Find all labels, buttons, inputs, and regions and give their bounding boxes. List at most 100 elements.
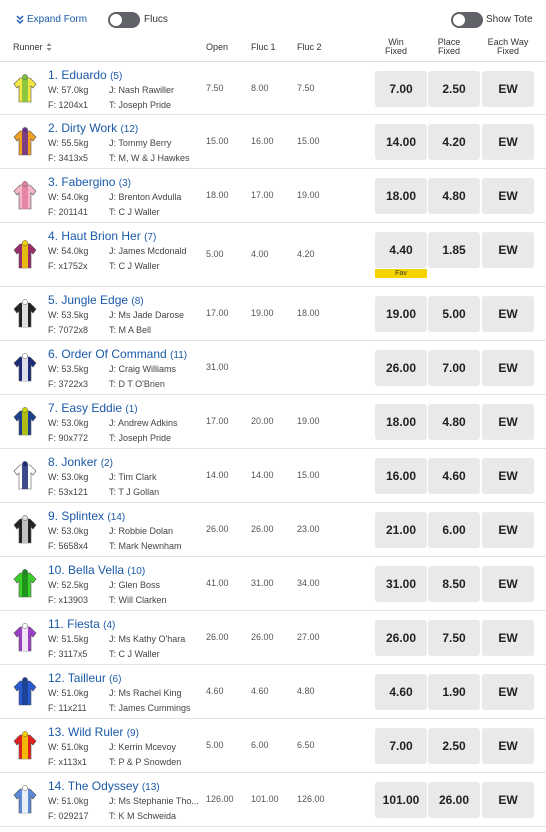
place-fixed-odds-button[interactable]: 1.85 bbox=[428, 232, 480, 268]
runner-name-link[interactable]: 2. Dirty Work (12) bbox=[48, 121, 138, 135]
each-way-button[interactable]: EW bbox=[482, 350, 534, 386]
fluc2-price: 126.00 bbox=[297, 794, 325, 804]
runner-jockey: J: Ms Jade Darose bbox=[109, 310, 185, 320]
runner-name-link[interactable]: 9. Splintex (14) bbox=[48, 509, 125, 523]
place-fixed-odds-button[interactable]: 1.90 bbox=[428, 674, 480, 710]
runner-name-link[interactable]: 3. Fabergino (3) bbox=[48, 175, 131, 189]
runner-weight: W: 51.0kg bbox=[48, 742, 89, 752]
win-fixed-odds-button[interactable]: 7.00 bbox=[375, 728, 427, 764]
runner-form: F: x113x1 bbox=[48, 757, 87, 767]
show-tote-toggle[interactable] bbox=[451, 12, 483, 28]
each-way-button[interactable]: EW bbox=[482, 728, 534, 764]
fluc1-price: 26.00 bbox=[251, 524, 274, 534]
runner-row: 5. Jungle Edge (8) W: 53.5kg J: Ms Jade … bbox=[0, 287, 546, 341]
each-way-button[interactable]: EW bbox=[482, 674, 534, 710]
win-fixed-odds-button[interactable]: 21.00 bbox=[375, 512, 427, 548]
win-fixed-odds-button[interactable]: 14.00 bbox=[375, 124, 427, 160]
each-way-button[interactable]: EW bbox=[482, 232, 534, 268]
runner-trainer: T: C J Waller bbox=[109, 261, 160, 271]
table-header: Runner Open Fluc 1 Fluc 2 Win Fixed Plac… bbox=[0, 38, 546, 62]
runner-name-link[interactable]: 7. Easy Eddie (1) bbox=[48, 401, 138, 415]
win-fixed-odds-button[interactable]: 26.00 bbox=[375, 350, 427, 386]
runner-trainer: T: M A Bell bbox=[109, 325, 152, 335]
win-fixed-odds-button[interactable]: 101.00 bbox=[375, 782, 427, 818]
runner-name-link[interactable]: 5. Jungle Edge (8) bbox=[48, 293, 144, 307]
sort-icon bbox=[46, 43, 52, 51]
runner-form: F: 3413x5 bbox=[48, 153, 89, 163]
flucs-toggle[interactable] bbox=[108, 12, 140, 28]
each-way-button[interactable]: EW bbox=[482, 566, 534, 602]
each-way-button[interactable]: EW bbox=[482, 71, 534, 107]
runner-trainer: T: Joseph Pride bbox=[109, 100, 172, 110]
win-fixed-odds-button[interactable]: 19.00 bbox=[375, 296, 427, 332]
runner-name-link[interactable]: 1. Eduardo (5) bbox=[48, 68, 122, 82]
runner-form: F: x1752x bbox=[48, 261, 88, 271]
runner-weight: W: 53.0kg bbox=[48, 472, 89, 482]
place-fixed-odds-button[interactable]: 4.80 bbox=[428, 404, 480, 440]
win-fixed-odds-button[interactable]: 26.00 bbox=[375, 620, 427, 656]
win-fixed-odds-button[interactable]: 18.00 bbox=[375, 404, 427, 440]
flucs-label: Flucs bbox=[144, 14, 168, 25]
runner-barrier: (1) bbox=[125, 404, 138, 415]
runner-form: F: 7072x8 bbox=[48, 325, 89, 335]
open-price: 41.00 bbox=[206, 578, 229, 588]
runner-name: 6. Order Of Command bbox=[48, 347, 167, 361]
runner-name-link[interactable]: 11. Fiesta (4) bbox=[48, 617, 115, 631]
runner-name-link[interactable]: 13. Wild Ruler (9) bbox=[48, 725, 139, 739]
place-fixed-odds-button[interactable]: 5.00 bbox=[428, 296, 480, 332]
fluc2-price: 34.00 bbox=[297, 578, 320, 588]
each-way-button[interactable]: EW bbox=[482, 458, 534, 494]
each-way-button[interactable]: EW bbox=[482, 124, 534, 160]
win-fixed-odds-button[interactable]: 18.00 bbox=[375, 178, 427, 214]
runner-jockey: J: Craig Williams bbox=[109, 364, 177, 374]
jockey-silk-icon bbox=[13, 353, 37, 382]
runner-name-link[interactable]: 10. Bella Vella (10) bbox=[48, 563, 145, 577]
win-fixed-odds-button[interactable]: 4.60 bbox=[375, 674, 427, 710]
each-way-button[interactable]: EW bbox=[482, 620, 534, 656]
place-fixed-odds-button[interactable]: 7.50 bbox=[428, 620, 480, 656]
fluc2-price: 23.00 bbox=[297, 524, 320, 534]
runner-trainer: T: James Cummings bbox=[109, 703, 191, 713]
runner-name: 3. Fabergino bbox=[48, 175, 116, 189]
place-fixed-odds-button[interactable]: 4.60 bbox=[428, 458, 480, 494]
place-fixed-odds-button[interactable]: 7.00 bbox=[428, 350, 480, 386]
win-fixed-odds-button[interactable]: 31.00 bbox=[375, 566, 427, 602]
runner-trainer: T: Joseph Pride bbox=[109, 433, 172, 443]
win-fixed-odds-button[interactable]: 4.40 bbox=[375, 232, 427, 268]
runner-name-link[interactable]: 6. Order Of Command (11) bbox=[48, 347, 187, 361]
runner-column-header[interactable]: Runner bbox=[13, 42, 52, 52]
runner-jockey: J: Andrew Adkins bbox=[109, 418, 178, 428]
place-fixed-odds-button[interactable]: 4.20 bbox=[428, 124, 480, 160]
each-way-button[interactable]: EW bbox=[482, 178, 534, 214]
each-way-button[interactable]: EW bbox=[482, 512, 534, 548]
runner-name-link[interactable]: 8. Jonker (2) bbox=[48, 455, 113, 469]
runner-name-link[interactable]: 4. Haut Brion Her (7) bbox=[48, 229, 156, 243]
runner-barrier: (14) bbox=[107, 512, 126, 523]
runner-form: F: 1204x1 bbox=[48, 100, 89, 110]
jockey-silk-icon bbox=[13, 623, 37, 652]
fluc1-price: 6.00 bbox=[251, 740, 269, 750]
win-fixed-odds-button[interactable]: 7.00 bbox=[375, 71, 427, 107]
toggle-knob bbox=[453, 14, 465, 26]
runner-weight: W: 53.0kg bbox=[48, 418, 89, 428]
place-fixed-odds-button[interactable]: 26.00 bbox=[428, 782, 480, 818]
each-way-button[interactable]: EW bbox=[482, 296, 534, 332]
ew-header-line2: Fixed bbox=[496, 46, 519, 56]
place-fixed-odds-button[interactable]: 4.80 bbox=[428, 178, 480, 214]
runner-name: 5. Jungle Edge bbox=[48, 293, 129, 307]
runner-name-link[interactable]: 12. Tailleur (6) bbox=[48, 671, 121, 685]
expand-form-link[interactable]: Expand Form bbox=[16, 14, 87, 25]
runner-row: 7. Easy Eddie (1) W: 53.0kg J: Andrew Ad… bbox=[0, 395, 546, 449]
runner-name-link[interactable]: 14. The Odyssey (13) bbox=[48, 779, 160, 793]
win-fixed-odds-button[interactable]: 16.00 bbox=[375, 458, 427, 494]
runner-name: 1. Eduardo bbox=[48, 68, 107, 82]
runner-row: 4. Haut Brion Her (7) W: 54.0kg J: James… bbox=[0, 223, 546, 287]
fluc2-price: 4.20 bbox=[297, 249, 315, 259]
each-way-button[interactable]: EW bbox=[482, 404, 534, 440]
place-fixed-odds-button[interactable]: 6.00 bbox=[428, 512, 480, 548]
fluc1-price: 26.00 bbox=[251, 632, 274, 642]
place-fixed-odds-button[interactable]: 2.50 bbox=[428, 71, 480, 107]
place-fixed-odds-button[interactable]: 2.50 bbox=[428, 728, 480, 764]
each-way-button[interactable]: EW bbox=[482, 782, 534, 818]
place-fixed-odds-button[interactable]: 8.50 bbox=[428, 566, 480, 602]
